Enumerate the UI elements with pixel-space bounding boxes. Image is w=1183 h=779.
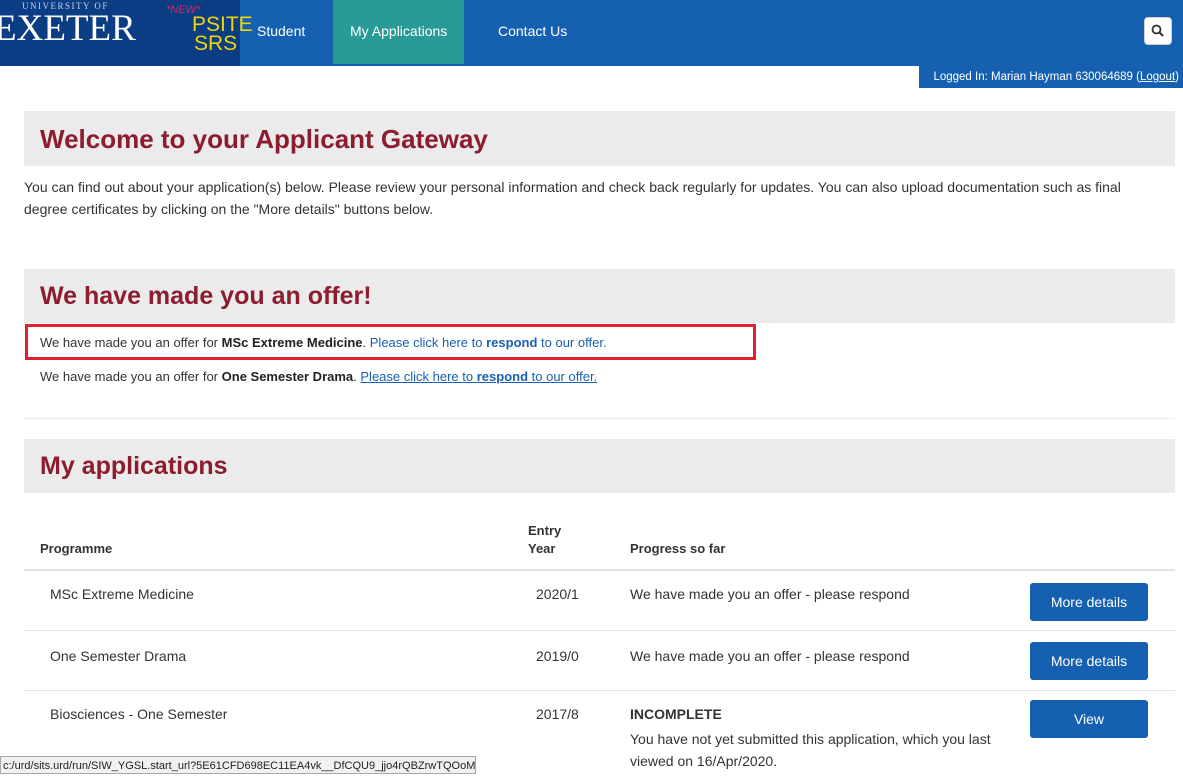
- offer-programme: One Semester Drama: [221, 369, 354, 384]
- row-progress: You have not yet submitted this applicat…: [630, 731, 991, 769]
- offer-panel: We have made you an offer!: [24, 269, 1175, 323]
- psite-logo[interactable]: *NEW* PSITE SRS: [162, 0, 253, 66]
- row-divider: [24, 690, 1175, 691]
- offer-programme: MSc Extreme Medicine: [221, 335, 363, 350]
- row-progress: We have made you an offer - please respo…: [630, 586, 910, 602]
- logo-big-text: EXETER: [0, 8, 136, 49]
- row-programme: One Semester Drama: [50, 648, 187, 664]
- search-button[interactable]: [1144, 17, 1172, 45]
- header-programme: Programme: [40, 541, 113, 556]
- divider: [24, 418, 1175, 419]
- welcome-text: You can find out about your application(…: [24, 179, 1121, 217]
- row-programme: Biosciences - One Semester: [50, 706, 228, 722]
- row-year: 2020/1: [536, 586, 579, 602]
- row-status: INCOMPLETE: [630, 706, 722, 722]
- offer-prefix: We have made you an offer for: [40, 335, 222, 350]
- nav-student[interactable]: Student: [240, 0, 322, 64]
- psite-line2: SRS: [194, 32, 238, 55]
- university-logo[interactable]: UNIVERSITY OF EXETER: [0, 0, 162, 66]
- nav-my-applications[interactable]: My Applications: [333, 0, 465, 64]
- applications-title: My applications: [40, 452, 228, 480]
- header-progress: Progress so far: [630, 541, 726, 556]
- login-text: Logged In: Marian Hayman 630064689 (: [933, 71, 1140, 83]
- applications-panel: My applications: [24, 439, 1175, 493]
- offer-line: We have made you an offer for One Semest…: [40, 369, 598, 384]
- offer-line: We have made you an offer for MSc Extrem…: [40, 335, 607, 350]
- welcome-title: Welcome to your Applicant Gateway: [40, 124, 488, 154]
- row-progress: We have made you an offer - please respo…: [630, 648, 910, 664]
- row-year: 2017/8: [536, 706, 579, 722]
- logout-link[interactable]: Logout: [1140, 71, 1175, 83]
- row-divider: [24, 630, 1175, 631]
- welcome-panel: Welcome to your Applicant Gateway: [24, 111, 1175, 166]
- offer-title: We have made you an offer!: [40, 282, 372, 310]
- offer-prefix: We have made you an offer for: [40, 369, 222, 384]
- respond-link[interactable]: Please click here to respond to our offe…: [370, 335, 607, 350]
- status-bar-url: c:/urd/sits.urd/run/SIW_YGSL.start_url?5…: [0, 756, 476, 774]
- respond-link[interactable]: Please click here to respond to our offe…: [360, 369, 597, 384]
- more-details-button[interactable]: More details: [1030, 583, 1148, 621]
- login-suffix: ): [1175, 71, 1179, 83]
- header-year: Year: [528, 541, 556, 556]
- row-year: 2019/0: [536, 648, 579, 664]
- top-nav: UNIVERSITY OF EXETER *NEW* PSITE SRS Stu…: [0, 0, 1183, 66]
- login-status: Logged In: Marian Hayman 630064689 (Logo…: [919, 66, 1183, 88]
- header-entry: Entry: [528, 523, 562, 538]
- nav-contact-us[interactable]: Contact Us: [481, 0, 584, 64]
- table-header-line: [24, 569, 1175, 571]
- row-programme: MSc Extreme Medicine: [50, 586, 194, 602]
- more-details-button[interactable]: More details: [1030, 642, 1148, 680]
- search-icon: [1151, 24, 1164, 37]
- view-button[interactable]: View: [1030, 700, 1148, 738]
